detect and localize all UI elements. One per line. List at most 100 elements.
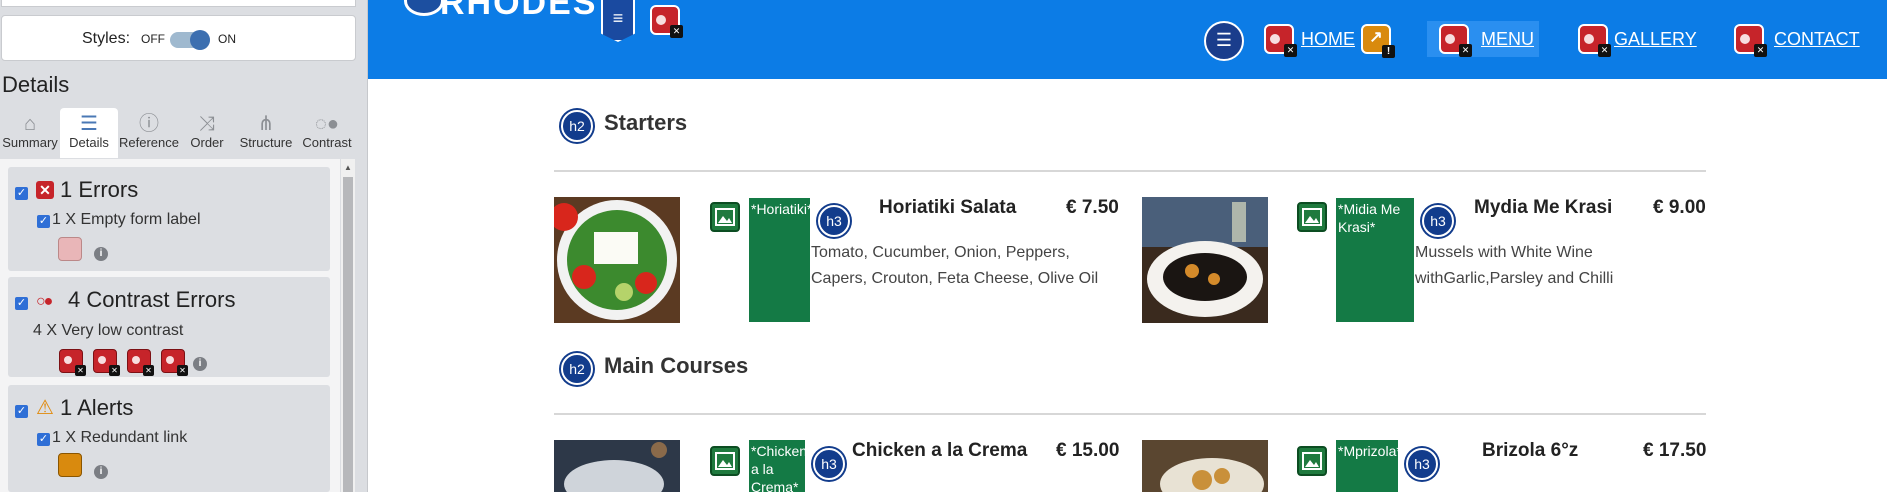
- info-icon[interactable]: i: [94, 247, 108, 261]
- tab-label: Structure: [239, 135, 293, 150]
- nav-home[interactable]: HOME: [1264, 21, 1369, 57]
- styles-toggle[interactable]: [170, 30, 210, 50]
- image-alt-icon[interactable]: [710, 446, 740, 476]
- low-contrast-item: 4 X Very low contrast: [33, 322, 184, 339]
- nav-contact[interactable]: CONTACT: [1734, 21, 1860, 57]
- contrast-error-icon: [1734, 24, 1767, 57]
- image-alt-icon[interactable]: [710, 202, 740, 232]
- tab-structure[interactable]: ⋔ Structure: [234, 108, 298, 158]
- tab-reference[interactable]: ⓘ Reference: [118, 108, 180, 158]
- logo-badge-icon: [404, 0, 444, 16]
- panel-tabs: ⌂ Summary ☰ Details ⓘ Reference ⤨ Order …: [0, 108, 356, 158]
- contrast-error-icon[interactable]: [59, 349, 86, 376]
- section-title-starters: Starters: [604, 110, 688, 135]
- alerts-title: 1 Alerts: [60, 395, 134, 420]
- site-header: RHODES ≡ ☰ HOME ↗ MENU GALLERY CONTACT: [368, 0, 1887, 79]
- empty-form-label-icon[interactable]: [650, 5, 683, 38]
- dish-name: Brizola 6°z: [1482, 440, 1579, 461]
- image-alt-icon[interactable]: [1297, 202, 1327, 232]
- info-icon: ⓘ: [139, 113, 159, 135]
- alt-text-box: *Midia Me Krasi*: [1336, 198, 1414, 322]
- nav-link-menu[interactable]: MENU: [1481, 29, 1534, 50]
- html5-icon: ≡: [601, 0, 635, 42]
- contrast-error-icon[interactable]: [93, 349, 120, 376]
- image-alt-icon[interactable]: [1297, 446, 1327, 476]
- error-icon: ✕: [36, 181, 54, 199]
- tab-label: Reference: [119, 135, 179, 150]
- section-divider: [554, 170, 1706, 172]
- home-icon: ⌂: [23, 113, 37, 135]
- empty-label-checkbox[interactable]: ✓: [37, 215, 50, 228]
- contrast-error-icon[interactable]: [127, 349, 154, 376]
- list-icon: ☰: [1204, 21, 1244, 61]
- contrast-group: ✓ ○● 4 Contrast Errors 4 X Very low cont…: [8, 277, 330, 377]
- contrast-icon: ○●: [36, 293, 53, 310]
- dish-name: Chicken a la Crema: [852, 440, 1028, 461]
- h3-badge: h3: [1422, 205, 1454, 237]
- contrast-title: 4 Contrast Errors: [68, 287, 236, 312]
- dish-name: Horiatiki Salata: [879, 197, 1017, 218]
- dish-price: € 17.50: [1643, 440, 1707, 461]
- redundant-link-icon[interactable]: [58, 453, 82, 477]
- nav-gallery[interactable]: GALLERY: [1578, 21, 1698, 57]
- alt-text-box: *Mprizola*: [1336, 440, 1398, 492]
- empty-form-label-icon[interactable]: [58, 237, 82, 261]
- h3-badge: h3: [813, 448, 845, 480]
- list-icon: ☰: [80, 113, 98, 135]
- contrast-error-icon: [1439, 24, 1472, 57]
- greek-salad-photo: [554, 197, 680, 323]
- tab-summary[interactable]: ⌂ Summary: [0, 108, 60, 158]
- h3-badge: h3: [818, 205, 850, 237]
- structure-icon: ⋔: [257, 113, 275, 135]
- alt-text-box: *Chicken a la Crema*: [749, 440, 805, 492]
- steak-photo: [1142, 440, 1268, 492]
- tab-contrast[interactable]: ◌● Contrast: [298, 108, 356, 158]
- alerts-group: ✓ ⚠ 1 Alerts ✓ 1 X Redundant link i: [8, 385, 330, 492]
- contrast-checkbox[interactable]: ✓: [15, 297, 28, 310]
- errors-title: 1 Errors: [60, 177, 139, 202]
- empty-label-item: 1 X Empty form label: [52, 211, 201, 228]
- dish-price: € 9.00: [1653, 197, 1706, 218]
- chicken-photo: [554, 440, 680, 492]
- tab-details[interactable]: ☰ Details: [60, 108, 118, 158]
- contrast-error-icon: [1264, 24, 1297, 57]
- order-icon: ⤨: [199, 113, 215, 135]
- scrollbar-thumb[interactable]: [343, 177, 353, 492]
- nav-link-home[interactable]: HOME: [1301, 29, 1355, 50]
- redundant-link-icon[interactable]: ↗: [1361, 24, 1395, 58]
- redundant-link-checkbox[interactable]: ✓: [37, 433, 50, 446]
- nav-menu[interactable]: MENU: [1427, 21, 1539, 57]
- info-icon[interactable]: i: [193, 357, 207, 371]
- tab-order[interactable]: ⤨ Order: [180, 108, 234, 158]
- contrast-error-icon[interactable]: [161, 349, 188, 376]
- alt-text-box: *Horiatiki*: [749, 198, 810, 322]
- contrast-icon: ◌●: [315, 113, 339, 135]
- toggle-knob[interactable]: [190, 30, 210, 50]
- alerts-checkbox[interactable]: ✓: [15, 405, 28, 418]
- panel-scrollbar[interactable]: ▲: [341, 159, 355, 492]
- h3-badge: h3: [1406, 448, 1438, 480]
- errors-group: ✓ ✕ 1 Errors ✓ 1 X Empty form label i: [8, 167, 330, 271]
- site-logo[interactable]: RHODES: [440, 0, 597, 23]
- alert-icon: ⚠: [36, 397, 54, 419]
- tab-label: Contrast: [302, 135, 352, 150]
- dish-price: € 7.50: [1066, 197, 1119, 218]
- contrast-error-icon: [1578, 24, 1611, 57]
- toggle-on-label: ON: [218, 32, 236, 46]
- dish-description: Mussels with White Wine withGarlic,Parsl…: [1415, 244, 1614, 287]
- toggle-off-label: OFF: [141, 32, 165, 46]
- nav-link-contact[interactable]: CONTACT: [1774, 29, 1860, 50]
- details-heading: Details: [2, 72, 70, 97]
- nav-link-gallery[interactable]: GALLERY: [1614, 29, 1697, 50]
- dish-price: € 15.00: [1056, 440, 1120, 461]
- mussels-photo: [1142, 197, 1268, 323]
- scroll-up-icon[interactable]: ▲: [344, 163, 352, 172]
- h2-badge: h2: [561, 353, 593, 385]
- info-icon[interactable]: i: [94, 465, 108, 479]
- tab-label: Details: [69, 135, 109, 150]
- tab-label: Order: [190, 135, 224, 150]
- styles-label: Styles:: [82, 30, 131, 47]
- styles-toggle-box: Styles: OFF ON: [1, 15, 356, 61]
- errors-checkbox[interactable]: ✓: [15, 187, 28, 200]
- dish-description: Tomato, Cucumber, Onion, Peppers, Capers…: [811, 244, 1099, 287]
